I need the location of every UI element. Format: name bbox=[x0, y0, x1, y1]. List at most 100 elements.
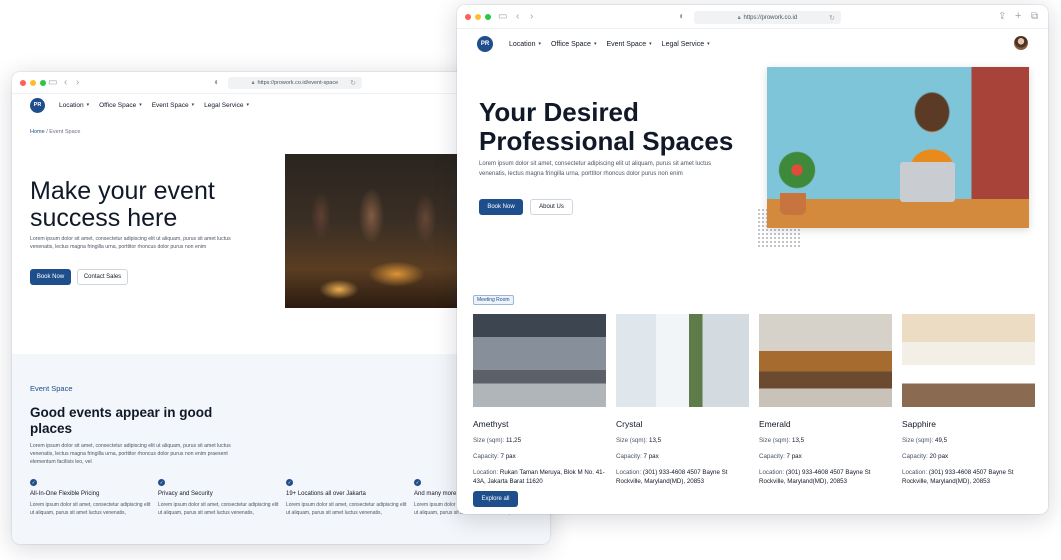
feature-item: ✓ Privacy and Security Lorem ipsum dolor… bbox=[158, 479, 286, 517]
section-label: Event Space bbox=[30, 384, 73, 393]
check-circle-icon: ✓ bbox=[158, 479, 165, 486]
capacity-value: 20 pax bbox=[929, 453, 949, 460]
address-bar[interactable]: 🔒︎ https://prowork.co.id ↻ bbox=[694, 11, 841, 24]
tabs-icon[interactable]: ⧉ bbox=[1031, 10, 1038, 24]
close-window-icon[interactable] bbox=[465, 14, 471, 20]
reload-icon[interactable]: ↻ bbox=[829, 14, 835, 22]
maximize-window-icon[interactable] bbox=[485, 14, 491, 20]
feature-item: ✓ 19+ Locations all over Jakarta Lorem i… bbox=[286, 479, 414, 517]
back-arrow-icon[interactable]: ‹ bbox=[64, 76, 67, 90]
chevron-down-icon: ▾ bbox=[191, 102, 195, 108]
room-card-amethyst[interactable]: Amethyst Size (sqm): 11,25 Capacity: 7 p… bbox=[473, 314, 606, 486]
chevron-down-icon: ▾ bbox=[538, 41, 541, 47]
book-now-button[interactable]: Book Now bbox=[30, 269, 71, 285]
room-name: Crystal bbox=[616, 419, 643, 429]
reload-icon[interactable]: ↻ bbox=[350, 79, 356, 87]
forward-arrow-icon[interactable]: › bbox=[76, 76, 79, 90]
room-capacity: Capacity: 7 pax bbox=[473, 452, 606, 461]
about-us-button[interactable]: About Us bbox=[530, 199, 573, 215]
nav-label: Legal Service bbox=[661, 40, 705, 48]
section-description: Lorem ipsum dolor sit amet, consectetur … bbox=[30, 443, 231, 465]
window-controls bbox=[20, 80, 46, 86]
nav-item-legal-service[interactable]: Legal Service ▾ bbox=[204, 102, 249, 109]
lock-icon: 🔒︎ bbox=[737, 14, 741, 21]
chevron-down-icon: ▾ bbox=[593, 41, 597, 47]
pot-graphic bbox=[780, 193, 806, 215]
share-icon[interactable]: ⇪ bbox=[998, 10, 1006, 24]
capacity-value: 7 pax bbox=[643, 453, 659, 460]
room-photo bbox=[759, 314, 892, 407]
nav-item-location[interactable]: Location ▾ bbox=[509, 41, 541, 48]
feature-description: Lorem ipsum dolor sit amet, consectetur … bbox=[158, 502, 279, 516]
sidebar-icon[interactable]: ▭ bbox=[48, 76, 57, 90]
nav-menu: Location ▾ Office Space ▾ Event Space ▾ Leg… bbox=[59, 102, 249, 109]
room-photo bbox=[616, 314, 749, 407]
hero-title: Your Desired Professional Spaces bbox=[479, 97, 734, 156]
hero-actions: Book Now About Us bbox=[479, 199, 573, 215]
location-label: Location: bbox=[473, 469, 499, 476]
close-window-icon[interactable] bbox=[20, 80, 26, 86]
laptop-graphic bbox=[900, 162, 955, 202]
capacity-label: Capacity: bbox=[902, 453, 928, 460]
room-photo bbox=[902, 314, 1035, 407]
room-size: Size (sqm): 49,5 bbox=[902, 436, 1035, 445]
logo[interactable]: PR bbox=[30, 97, 45, 113]
address-bar[interactable]: 🔒︎ https://prowork.co.id/event-space ↻ bbox=[228, 77, 362, 89]
avatar[interactable] bbox=[1014, 36, 1028, 50]
hero-title: Make your event success here bbox=[30, 177, 215, 232]
size-value: 49,5 bbox=[935, 437, 948, 444]
room-card-emerald[interactable]: Emerald Size (sqm): 13,5 Capacity: 7 pax… bbox=[759, 314, 892, 486]
logo[interactable]: PR bbox=[477, 36, 493, 52]
minimize-window-icon[interactable] bbox=[475, 14, 481, 20]
breadcrumb-current: Event Space bbox=[49, 129, 81, 135]
nav-item-event-space[interactable]: Event Space ▾ bbox=[606, 41, 651, 48]
nav-item-office-space[interactable]: Office Space ▾ bbox=[551, 41, 596, 48]
breadcrumb-home-link[interactable]: Home bbox=[30, 129, 45, 135]
capacity-label: Capacity: bbox=[616, 453, 642, 460]
room-card-sapphire[interactable]: Sapphire Size (sqm): 49,5 Capacity: 20 p… bbox=[902, 314, 1035, 486]
chevron-down-icon: ▾ bbox=[86, 102, 90, 108]
feature-description: Lorem ipsum dolor sit amet, consectetur … bbox=[286, 502, 407, 516]
size-label: Size (sqm): bbox=[902, 437, 934, 444]
nav-label: Event Space bbox=[151, 101, 189, 109]
room-size: Size (sqm): 11,25 bbox=[473, 436, 606, 445]
sidebar-icon[interactable]: ▭ bbox=[498, 10, 507, 24]
nav-label: Legal Service bbox=[204, 101, 244, 109]
breadcrumb-separator: / bbox=[46, 129, 48, 135]
room-name: Sapphire bbox=[902, 419, 937, 429]
explore-all-button[interactable]: Explore all bbox=[473, 491, 518, 507]
shield-icon[interactable]: ◐ bbox=[679, 10, 685, 24]
book-now-button[interactable]: Book Now bbox=[479, 199, 523, 215]
forward-arrow-icon[interactable]: › bbox=[530, 10, 533, 24]
contact-sales-button[interactable]: Contact Sales bbox=[77, 269, 128, 285]
window-controls bbox=[465, 14, 491, 20]
nav-item-legal-service[interactable]: Legal Service ▾ bbox=[662, 41, 710, 48]
room-card-crystal[interactable]: Crystal Size (sqm): 13,5 Capacity: 7 pax… bbox=[616, 314, 749, 486]
room-photo bbox=[473, 314, 606, 407]
nav-item-office-space[interactable]: Office Space ▾ bbox=[99, 102, 142, 109]
url-text: https://prowork.co.id/event-space bbox=[257, 80, 339, 86]
section-title: Good events appear in good places bbox=[30, 405, 213, 436]
hero-actions: Book Now Contact Sales bbox=[30, 269, 128, 285]
chevron-down-icon: ▾ bbox=[139, 102, 142, 108]
hero-description: Lorem ipsum dolor sit amet, consectetur … bbox=[479, 161, 712, 177]
minimize-window-icon[interactable] bbox=[30, 80, 36, 86]
shield-icon[interactable]: ◐ bbox=[214, 76, 220, 90]
maximize-window-icon[interactable] bbox=[40, 80, 46, 86]
feature-description: Lorem ipsum dolor sit amet, consectetur … bbox=[30, 502, 151, 516]
size-label: Size (sqm): bbox=[616, 437, 648, 444]
back-arrow-icon[interactable]: ‹ bbox=[516, 10, 519, 24]
room-location: Location: (301) 933-4608 4507 Bayne St R… bbox=[902, 468, 1035, 486]
size-value: 11,25 bbox=[506, 437, 522, 444]
nav-label: Event Space bbox=[606, 40, 647, 48]
event-hero-image bbox=[285, 154, 465, 308]
nav-label: Location bbox=[59, 101, 84, 109]
capacity-label: Capacity: bbox=[473, 453, 499, 460]
room-size: Size (sqm): 13,5 bbox=[616, 436, 749, 445]
nav-item-location[interactable]: Location ▾ bbox=[59, 102, 89, 109]
nav-item-event-space[interactable]: Event Space ▾ bbox=[152, 102, 194, 109]
lock-icon: 🔒︎ bbox=[251, 80, 255, 86]
plus-icon[interactable]: + bbox=[1015, 9, 1021, 23]
check-circle-icon: ✓ bbox=[414, 479, 421, 486]
feature-item: ✓ All-In-One Flexible Pricing Lorem ipsu… bbox=[30, 479, 158, 517]
